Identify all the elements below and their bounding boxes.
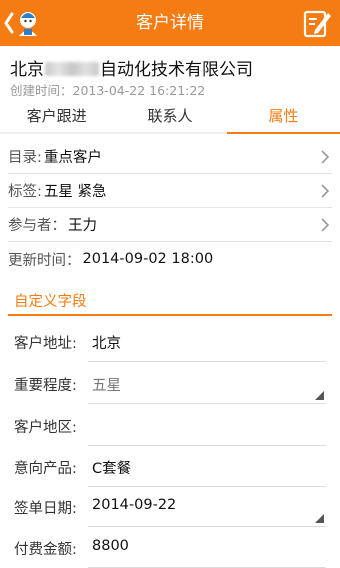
importance-select[interactable]: 五星	[88, 364, 326, 404]
product-value: C套餐	[92, 461, 132, 477]
custom-fields-header: 自定义字段	[8, 286, 332, 316]
sign-date-label: 签单日期:	[14, 501, 77, 517]
tab-divider	[0, 132, 340, 134]
catalog-label: 目录:	[8, 150, 42, 166]
catalog-row[interactable]: 目录: 重点客户	[8, 140, 332, 174]
created-time: 创建时间：2013-04-22 16:21:22	[10, 83, 206, 98]
top-bar: 客户详情	[0, 0, 340, 46]
sign-date-value: 2014-09-22	[92, 497, 177, 513]
address-value: 北京	[92, 336, 121, 352]
address-label: 客户地址:	[14, 336, 77, 352]
sign-date-select[interactable]: 2014-09-22	[88, 487, 326, 527]
page-title: 客户详情	[136, 13, 204, 33]
custom-fields-title: 自定义字段	[14, 294, 87, 310]
chevron-right-icon	[321, 218, 330, 232]
participants-value: 王力	[68, 218, 97, 234]
amount-field: 付费金额: 8800	[0, 528, 340, 568]
product-label: 意向产品:	[14, 461, 77, 477]
tab-contacts[interactable]: 联系人	[113, 100, 226, 132]
amount-label: 付费金额:	[14, 542, 77, 558]
tags-label: 标签:	[8, 184, 42, 200]
dropdown-corner-icon	[315, 391, 324, 400]
address-field: 客户地址: 北京	[0, 322, 340, 362]
region-field: 客户地区:	[0, 406, 340, 446]
edit-icon	[303, 10, 331, 38]
tags-row[interactable]: 标签: 五星 紧急	[8, 174, 332, 208]
amount-value: 8800	[92, 538, 129, 554]
importance-value: 五星	[92, 378, 121, 394]
product-input[interactable]: C套餐	[88, 447, 326, 487]
updated-label: 更新时间：	[8, 252, 81, 269]
address-input[interactable]: 北京	[88, 322, 326, 362]
region-label: 客户地区:	[14, 420, 77, 436]
dropdown-corner-icon	[315, 514, 324, 523]
redacted-text	[45, 62, 99, 76]
tab-follow-up[interactable]: 客户跟进	[0, 100, 113, 132]
catalog-value: 重点客户	[43, 150, 102, 166]
product-field: 意向产品: C套餐	[0, 447, 340, 487]
participants-row[interactable]: 参与者： 王力	[8, 208, 332, 242]
active-tab-indicator	[227, 132, 340, 134]
importance-label: 重要程度:	[14, 378, 77, 394]
region-input[interactable]	[88, 406, 326, 446]
sign-date-field: 签单日期: 2014-09-22	[0, 487, 340, 527]
amount-input[interactable]: 8800	[88, 528, 326, 568]
tab-properties[interactable]: 属性	[227, 100, 340, 132]
importance-field: 重要程度: 五星	[0, 364, 340, 404]
chevron-right-icon	[321, 150, 330, 164]
company-name-prefix: 北京	[10, 60, 44, 80]
participants-label: 参与者：	[8, 218, 66, 234]
company-name: 北京 自动化技术有限公司	[10, 55, 253, 80]
tags-value: 五星 紧急	[43, 184, 107, 200]
tab-bar: 客户跟进 联系人 属性	[0, 100, 340, 132]
updated-row: 更新时间： 2014-09-02 18:00	[8, 242, 332, 276]
updated-value: 2014-09-02 18:00	[82, 251, 214, 267]
company-name-suffix: 自动化技术有限公司	[100, 60, 253, 80]
edit-button[interactable]	[302, 7, 332, 39]
chevron-right-icon	[321, 184, 330, 198]
